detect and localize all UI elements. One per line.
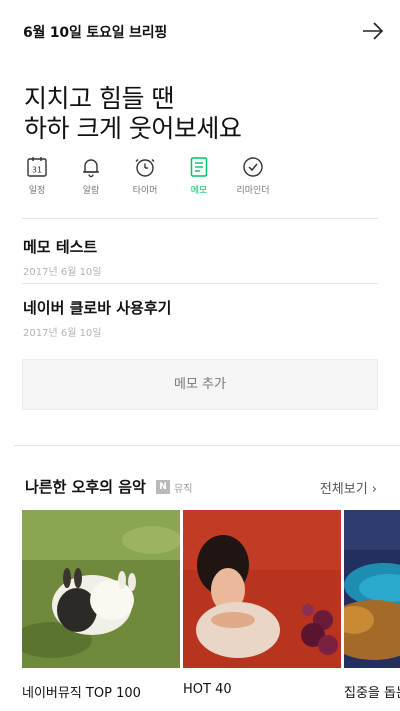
bell-icon [83,159,99,178]
memo-title: 메모 테스트 [23,238,98,256]
greeting-line-1: 지치고 힘들 땐 [24,84,174,113]
greeting-message: 지치고 힘들 땐 하하 크게 웃어보세요 [24,84,242,144]
rabbit-album-cover [22,510,180,668]
music-section-title: 나른한 오후의 음악 [25,478,146,496]
tab-alarm[interactable]: 알람 [68,154,114,200]
album-title: HOT 40 [183,682,232,697]
tab-schedule[interactable]: 31 일정 [14,154,60,200]
portrait-album-cover [183,510,341,668]
divider [22,218,378,219]
memo-icon [190,157,208,177]
music-source-label: 뮤직 [174,484,193,495]
memo-item[interactable]: 메모 테스트 2017년 6월 10일 [23,236,383,278]
briefing-title: 6월 10일 토요일 브리핑 [23,25,168,41]
calendar-icon: 31 [27,157,47,177]
add-memo-button[interactable]: 메모 추가 [22,359,378,410]
music-section-header: 나른한 오후의 음악 N 뮤직 전체보기 › [25,476,377,498]
tab-memo[interactable]: 메모 [176,154,222,200]
calendar-icon-number: 31 [32,166,42,175]
tab-label-alarm: 알람 [82,186,100,196]
tab-reminder[interactable]: 리마인더 [230,154,276,200]
album-card[interactable]: 네이버뮤직 TOP 100 [22,510,180,701]
memo-date: 2017년 6월 10일 [23,267,102,278]
album-title: 집중을 돕는 [344,686,400,701]
tab-label-reminder: 리마인더 [236,186,270,196]
check-circle-icon [243,157,263,177]
album-card[interactable]: HOT 40 [183,510,341,697]
memo-item[interactable]: 네이버 클로바 사용후기 2017년 6월 10일 [23,297,383,339]
see-all-link[interactable]: 전체보기 › [320,478,377,497]
tab-timer[interactable]: 타이머 [122,154,168,200]
greeting-line-2: 하하 크게 웃어보세요 [24,114,242,143]
tab-label-memo: 메모 [190,186,208,196]
briefing-header: 6월 10일 토요일 브리핑 [0,0,400,62]
album-card[interactable]: 집중을 돕는 [344,510,400,701]
feature-tabs: 31 일정 알람 타이머 메모 리마인더 [14,154,284,200]
lake-album-cover [344,510,400,668]
tab-label-schedule: 일정 [28,186,46,196]
divider [22,283,378,284]
naver-music-badge: N [156,480,170,494]
section-divider [14,445,400,446]
album-title: 네이버뮤직 TOP 100 [22,686,141,701]
memo-date: 2017년 6월 10일 [23,328,102,339]
album-carousel[interactable]: 네이버뮤직 TOP 100 HOT 40 집중을 돕는 [22,510,400,711]
arrow-right-icon[interactable] [360,18,386,44]
memo-title: 네이버 클로바 사용후기 [23,299,172,317]
tab-label-timer: 타이머 [132,186,158,196]
timer-icon [135,159,155,177]
